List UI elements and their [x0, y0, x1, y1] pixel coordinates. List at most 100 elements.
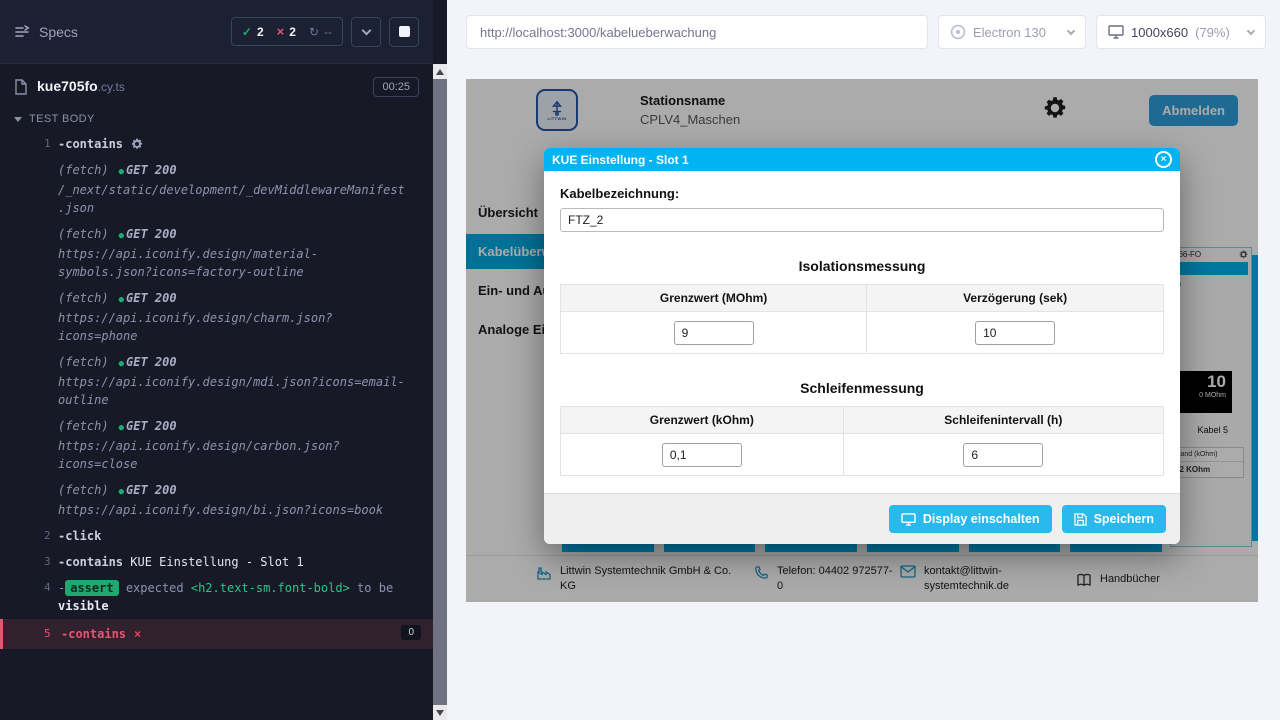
fetch-url: https://api.iconify.design/carbon.json?i… — [58, 439, 340, 471]
passed-count: 2 — [257, 25, 264, 39]
cable-name-label: Kabelbezeichnung: — [560, 186, 1164, 201]
fetch-log-row[interactable]: (fetch) ●GET 200 https://api.iconify.desi… — [0, 285, 433, 349]
dialog-header: KUE Einstellung - Slot 1 × — [544, 148, 1180, 171]
scrollbar-thumb[interactable] — [433, 79, 447, 705]
assert-state: visible — [58, 599, 109, 613]
isolation-delay-input[interactable] — [975, 321, 1055, 345]
scroll-down-button[interactable] — [433, 705, 447, 720]
column-header-grenzwert-kohm: Grenzwert (kOhm) — [561, 407, 844, 434]
fetch-status: GET 200 — [126, 163, 177, 177]
isolation-limit-input[interactable] — [674, 321, 754, 345]
check-icon: ✓ — [242, 25, 252, 39]
pending-stat: ↻ -- — [309, 25, 332, 39]
display-on-button[interactable]: Display einschalten — [889, 505, 1052, 533]
assert-text: to be — [357, 581, 393, 595]
viewport-selector[interactable]: 1000x660 (79%) — [1096, 15, 1266, 49]
browser-selector[interactable]: Electron 130 — [938, 15, 1086, 49]
fetch-status: GET 200 — [126, 291, 177, 305]
status-dot-icon: ● — [119, 295, 124, 305]
app-under-test: LITTWIN Stationsname CPLV4_Maschen Abmel… — [466, 79, 1258, 602]
fetch-url: https://api.iconify.design/material-symb… — [58, 247, 318, 279]
refresh-icon: ↻ — [309, 25, 319, 39]
fail-x-icon: × — [134, 627, 141, 641]
reporter-header: Specs ✓2 ×2 ↻-- — [0, 0, 433, 64]
viewport-size: 1000x660 — [1131, 25, 1188, 40]
save-button[interactable]: Speichern — [1062, 505, 1166, 533]
specs-menu-button[interactable]: Specs — [14, 24, 78, 40]
status-dot-icon: ● — [119, 423, 124, 433]
fetch-label: (fetch) — [58, 419, 109, 433]
fetch-url: https://api.iconify.design/charm.json?ic… — [58, 311, 333, 343]
url-input[interactable] — [466, 15, 928, 49]
arrow-down-icon — [436, 710, 444, 716]
assert-row[interactable]: 4 -assert expected <h2.text-sm.font-bold… — [0, 575, 433, 619]
spec-timer: 00:25 — [373, 77, 419, 97]
fetch-label: (fetch) — [58, 355, 109, 369]
passed-stat: ✓2 — [242, 25, 264, 39]
assert-target: <h2.text-sm.font-bold> — [191, 581, 350, 595]
fetch-label: (fetch) — [58, 227, 109, 241]
command-method: -click — [58, 529, 101, 543]
display-icon — [901, 513, 916, 526]
loop-limit-input[interactable] — [662, 443, 742, 467]
fetch-log-row[interactable]: (fetch)●GET 200 https://api.iconify.desi… — [0, 477, 433, 523]
fetch-label: (fetch) — [58, 291, 109, 305]
command-number: 5 — [3, 625, 61, 643]
screen: Specs ✓2 ×2 ↻-- kue705fo.cy.ts 00:25 — [0, 0, 1280, 720]
command-row-contains-3[interactable]: 3 -contains KUE Einstellung - Slot 1 — [0, 549, 433, 575]
failed-count: 2 — [289, 25, 296, 39]
failed-stat: ×2 — [277, 24, 296, 39]
stop-button[interactable] — [389, 17, 419, 47]
collapse-button[interactable] — [351, 17, 381, 47]
command-method: -contains — [61, 627, 126, 641]
status-dot-icon: ● — [119, 359, 124, 369]
loop-section-title: Schleifenmessung — [560, 380, 1164, 396]
fetch-url: https://api.iconify.design/mdi.json?icon… — [58, 375, 405, 407]
fetch-status: GET 200 — [126, 483, 177, 497]
command-row-contains-1[interactable]: 1 -contains — [0, 131, 433, 157]
assert-text: expected — [126, 581, 184, 595]
display-on-label: Display einschalten — [923, 512, 1040, 526]
test-body-toggle[interactable]: TEST BODY — [0, 106, 433, 131]
fetch-log-row[interactable]: (fetch)●GET 200 https://api.iconify.desi… — [0, 349, 433, 413]
isolation-table: Grenzwert (MOhm) Verzögerung (sek) — [560, 284, 1164, 354]
cypress-reporter: Specs ✓2 ×2 ↻-- kue705fo.cy.ts 00:25 — [0, 0, 447, 720]
test-body-label: TEST BODY — [29, 113, 95, 125]
column-header-grenzwert-mohm: Grenzwert (MOhm) — [561, 285, 867, 312]
browser-name: Electron 130 — [973, 25, 1046, 40]
command-row-click[interactable]: 2 -click — [0, 523, 433, 549]
monitor-icon — [1108, 25, 1124, 39]
cable-name-input[interactable] — [560, 208, 1164, 232]
viewport-zoom: (79%) — [1195, 25, 1230, 40]
failed-command-row[interactable]: 5 -contains× 0 — [0, 619, 433, 649]
command-number: 2 — [0, 527, 58, 545]
loop-interval-input[interactable] — [963, 443, 1043, 467]
gear-icon — [131, 138, 143, 150]
command-number: 1 — [0, 135, 58, 153]
spec-file-header[interactable]: kue705fo.cy.ts 00:25 — [0, 64, 433, 106]
fetch-log-row[interactable]: (fetch)●GET 200 https://api.iconify.desi… — [0, 221, 433, 285]
isolation-section-title: Isolationsmessung — [560, 258, 1164, 274]
command-number: 3 — [0, 553, 58, 571]
pending-count: -- — [324, 25, 332, 39]
fetch-log-row[interactable]: (fetch) ●GET 200 https://api.iconify.desi… — [0, 413, 433, 477]
close-icon: × — [1161, 154, 1167, 165]
table-cell — [561, 312, 867, 354]
table-cell — [561, 434, 844, 476]
kue-settings-dialog: KUE Einstellung - Slot 1 × Kabelbezeichn… — [544, 148, 1180, 544]
specs-list-icon — [14, 24, 30, 40]
status-dot-icon: ● — [119, 231, 124, 241]
fetch-status: GET 200 — [126, 419, 177, 433]
spec-file-icon — [14, 79, 28, 95]
loop-table: Grenzwert (kOhm) Schleifenintervall (h) — [560, 406, 1164, 476]
chevron-down-icon — [361, 25, 371, 35]
fetch-log-row[interactable]: (fetch)●GET 200 /_next/static/developmen… — [0, 157, 433, 221]
fetch-url: /_next/static/development/_devMiddleware… — [58, 183, 405, 215]
specs-label: Specs — [39, 24, 78, 40]
arrow-up-icon — [436, 69, 444, 75]
close-button[interactable]: × — [1155, 151, 1172, 168]
reporter-scrollbar[interactable] — [433, 64, 447, 720]
chevron-down-icon — [1247, 26, 1255, 34]
scroll-up-button[interactable] — [433, 64, 447, 79]
dialog-footer: Display einschalten Speichern — [544, 493, 1180, 544]
